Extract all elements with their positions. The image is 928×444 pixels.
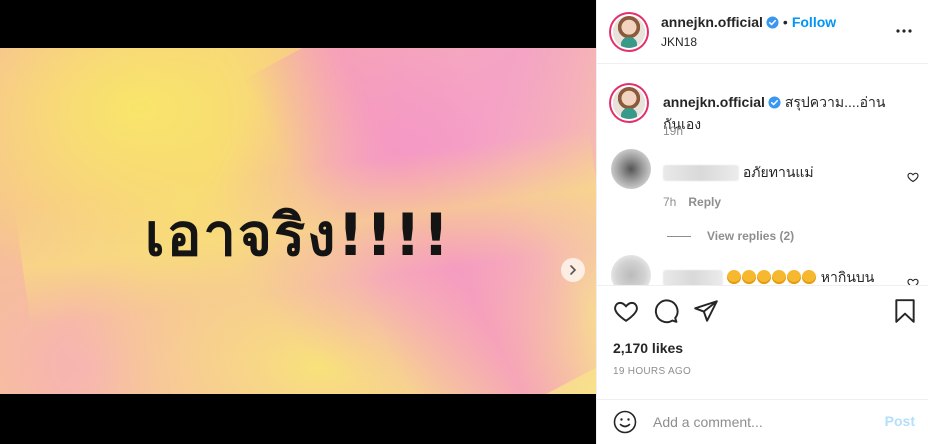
smiley-icon[interactable] xyxy=(613,410,637,434)
comment-meta: 7h Reply xyxy=(663,195,721,209)
post-timestamp: 19 HOURS AGO xyxy=(613,366,692,377)
verified-badge-icon xyxy=(766,16,779,29)
comment-text: อภัยทานแม่ xyxy=(742,164,814,180)
username-link[interactable]: annejkn.official xyxy=(661,14,763,30)
comment-like-icon[interactable] xyxy=(907,277,919,285)
reply-button[interactable]: Reply xyxy=(688,195,721,209)
post-media: เอาจริง!!!! xyxy=(0,0,596,444)
comment-icon[interactable] xyxy=(653,298,679,324)
carousel-slide[interactable]: เอาจริง!!!! xyxy=(0,48,596,394)
emoji-icon xyxy=(786,270,801,284)
caption-username[interactable]: annejkn.official xyxy=(663,94,765,110)
header-user-line: annejkn.official • Follow xyxy=(661,14,836,30)
emoji-icon xyxy=(741,270,756,284)
heart-icon[interactable] xyxy=(613,298,639,324)
separator-dot: • xyxy=(782,14,788,30)
post-button[interactable]: Post xyxy=(885,413,915,429)
comment-like-icon[interactable] xyxy=(907,171,919,183)
follow-button[interactable]: Follow xyxy=(792,14,836,30)
comment-time: 7h xyxy=(663,195,677,209)
avatar[interactable] xyxy=(611,255,651,285)
next-slide-button[interactable] xyxy=(561,258,585,282)
emoji-icon xyxy=(771,270,786,284)
more-horizontal-icon[interactable] xyxy=(895,22,913,40)
comments-list[interactable]: annejkn.official สรุปความ....อ่านกันเอง … xyxy=(597,65,928,285)
emoji-row xyxy=(726,269,817,285)
avatar[interactable] xyxy=(613,16,645,48)
caption-time: 19h xyxy=(663,124,684,138)
avatar[interactable] xyxy=(613,87,645,119)
comment-text-line: หากินบน xyxy=(663,267,874,285)
location-link[interactable]: JKN18 xyxy=(661,35,697,49)
add-comment-bar: Post xyxy=(597,399,928,444)
avatar[interactable] xyxy=(611,149,651,189)
view-replies-line xyxy=(667,236,691,238)
verified-badge-icon xyxy=(768,96,781,109)
redacted-username[interactable] xyxy=(663,270,723,285)
comment-text-line: อภัยทานแม่ xyxy=(663,162,814,184)
paper-plane-icon[interactable] xyxy=(693,298,719,324)
like-count[interactable]: 2,170 likes xyxy=(613,340,683,356)
bookmark-icon[interactable] xyxy=(893,298,917,324)
view-replies-button[interactable]: View replies (2) xyxy=(667,229,794,243)
emoji-icon xyxy=(726,270,741,284)
comment-input[interactable] xyxy=(653,412,873,432)
emoji-icon xyxy=(801,270,816,284)
emoji-icon xyxy=(756,270,771,284)
action-bar xyxy=(597,285,928,341)
redacted-username[interactable] xyxy=(663,165,739,182)
chevron-right-icon xyxy=(570,265,577,275)
post-header: annejkn.official • Follow JKN18 xyxy=(597,0,928,64)
slide-text: เอาจริง!!!! xyxy=(144,201,452,269)
comment-text: หากินบน xyxy=(820,269,875,285)
post-side-panel: annejkn.official • Follow JKN18 annejkn.of… xyxy=(596,0,928,444)
caption-text-line: annejkn.official สรุปความ....อ่านกันเอง xyxy=(663,92,918,136)
view-replies-label: View replies (2) xyxy=(707,229,795,243)
